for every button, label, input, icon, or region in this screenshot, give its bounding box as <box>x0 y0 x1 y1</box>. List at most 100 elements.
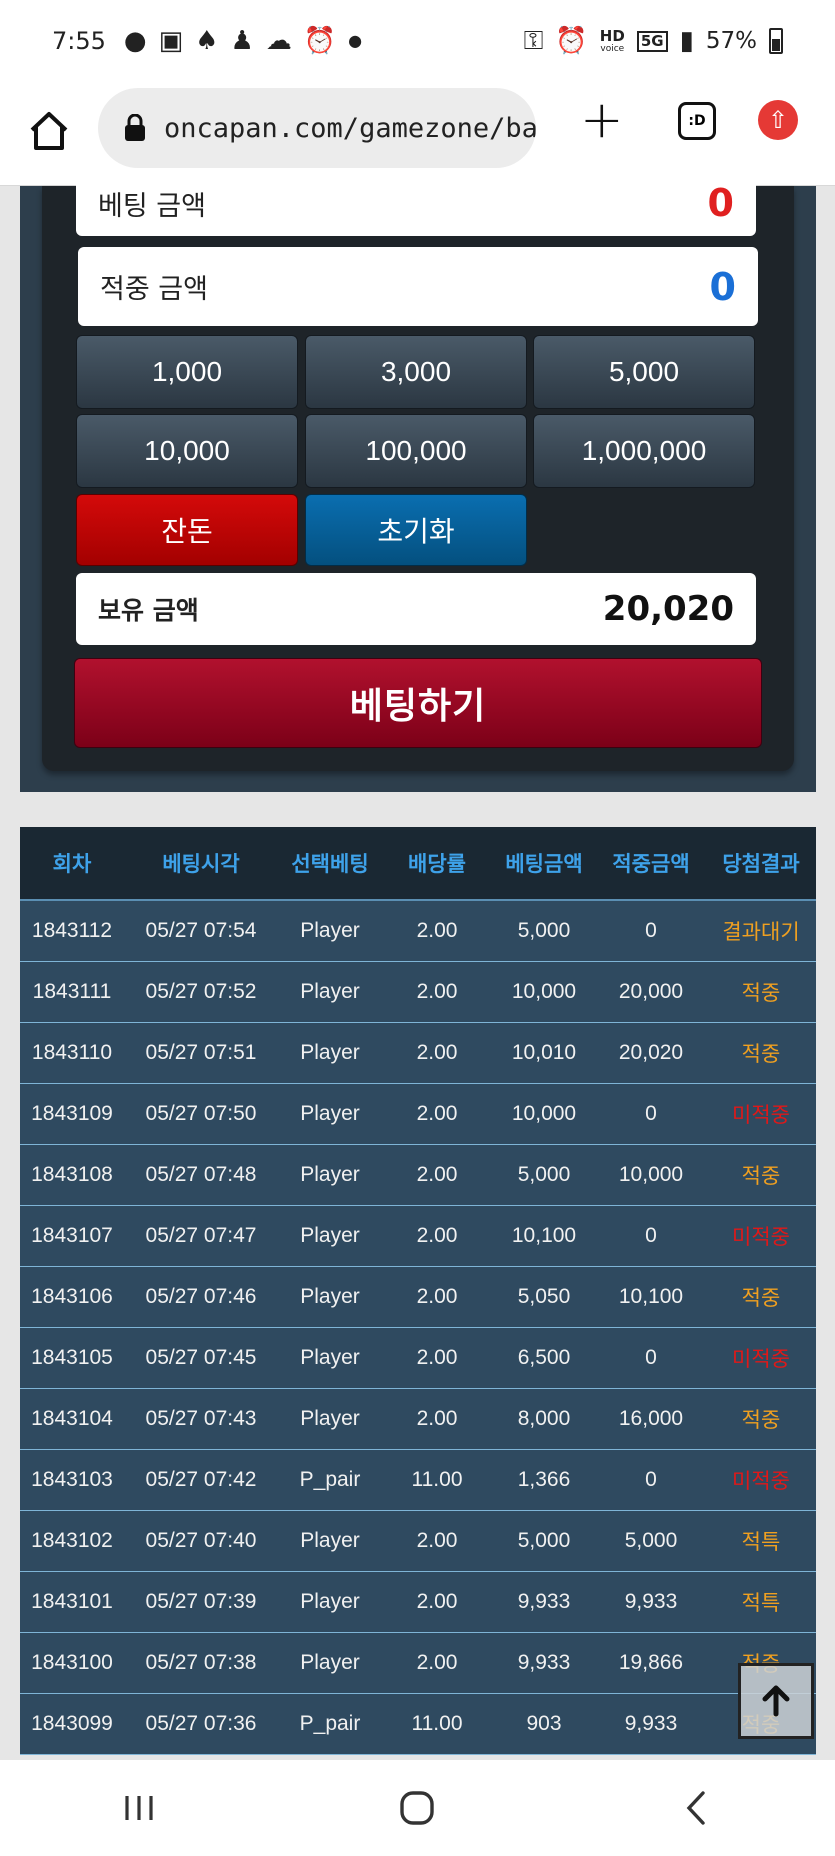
chip-button-1000[interactable]: 1,000 <box>76 335 298 409</box>
cell-bet-time: 05/27 07:51 <box>124 1022 278 1084</box>
cell-bet-time: 05/27 07:54 <box>124 900 278 962</box>
network-type: 5G <box>636 30 668 52</box>
reset-button[interactable]: 초기화 <box>305 494 527 566</box>
status-bar-right: ⚿ ⏰ HD voice 5G ▮ 57% <box>524 28 783 54</box>
cell-win-amount: 0 <box>596 900 706 962</box>
header-bet-amount: 베팅금액 <box>492 827 596 901</box>
chip-button-3000[interactable]: 3,000 <box>305 335 527 409</box>
cell-result: 적중 <box>706 1388 816 1450</box>
cell-bet-time: 05/27 07:38 <box>124 1632 278 1694</box>
tab-switcher-button[interactable]: :D <box>678 102 716 140</box>
cell-result: 적중 <box>706 961 816 1023</box>
cell-round: 1843111 <box>20 961 124 1023</box>
cell-result: 미적중 <box>706 1327 816 1389</box>
balance-value: 20,020 <box>602 589 734 629</box>
cell-bet-amount: 903 <box>492 1693 596 1755</box>
table-row: 184310005/27 07:38Player2.009,93319,866적… <box>20 1632 816 1694</box>
header-selection: 선택베팅 <box>278 827 382 901</box>
table-row: 1843108 05/27 07:48 Player 2.00 5,000 10,000 적… <box>20 1144 816 1206</box>
cell-win-amount: 0 <box>596 1327 706 1389</box>
change-button[interactable]: 잔돈 <box>76 494 298 566</box>
home-icon <box>30 112 68 150</box>
chip-button-10000[interactable]: 10,000 <box>76 414 298 488</box>
cell-win-amount: 9,933 <box>596 1571 706 1633</box>
home-button[interactable] <box>26 108 72 154</box>
cell-bet-time: 05/27 07:47 <box>124 1205 278 1267</box>
win-amount-label: 적중 금액 <box>100 274 208 305</box>
battery-percent: 57% <box>705 28 757 54</box>
cell-odds: 11.00 <box>382 1693 492 1755</box>
recents-button[interactable] <box>109 1778 169 1838</box>
place-bet-button[interactable]: 베팅하기 <box>74 658 762 748</box>
cell-selection: Player <box>278 900 382 962</box>
new-tab-button[interactable]: + <box>580 94 624 146</box>
home-circle-icon <box>400 1791 435 1825</box>
table-header-row: 회차 베팅시각 선택베팅 배당률 베팅금액 적중금액 당첨결과 <box>20 827 816 901</box>
cell-round: 1843100 <box>20 1632 124 1694</box>
cell-odds: 2.00 <box>382 1510 492 1572</box>
cell-round: 1843104 <box>20 1388 124 1450</box>
cell-bet-time: 05/27 07:46 <box>124 1266 278 1328</box>
cell-bet-amount: 10,000 <box>492 1083 596 1145</box>
table-row: 1843110 05/27 07:51 Player 2.00 10,010 20,020… <box>20 1022 816 1084</box>
cell-bet-amount: 5,000 <box>492 1510 596 1572</box>
scroll-top-button[interactable] <box>738 1663 814 1739</box>
status-bar: 7:55 ● ▣ ♠ ♟ ☁ ⏰ ● ⚿ ⏰ HD voice 5G ▮ 57% <box>0 0 835 82</box>
cell-bet-amount: 10,010 <box>492 1022 596 1084</box>
cell-bet-amount: 5,000 <box>492 1144 596 1206</box>
url-bar[interactable]: oncapan.com/gamezone/ba <box>98 88 536 168</box>
cell-bet-amount: 1,366 <box>492 1449 596 1511</box>
cell-result: 결과대기 <box>706 900 816 962</box>
signal-icon: ▮ <box>679 26 694 56</box>
win-amount-value: 0 <box>709 264 736 309</box>
cell-selection: P_pair <box>278 1693 382 1755</box>
table-row: 1843103 05/27 07:42 P_pair 11.00 1,366 0 미적중 <box>20 1449 816 1511</box>
chip-button-5000[interactable]: 5,000 <box>533 335 755 409</box>
cell-bet-time: 05/27 07:36 <box>124 1693 278 1755</box>
history-body: 1843112 05/27 07:54 Player 2.00 5,000 0 결과대기 18… <box>20 900 816 1755</box>
home-nav-button[interactable] <box>387 1778 447 1838</box>
table-row: 1843109 05/27 07:50 Player 2.00 10,000 0 미적중 <box>20 1083 816 1145</box>
battery-icon <box>769 28 783 54</box>
cell-bet-amount: 9,933 <box>492 1571 596 1633</box>
cell-odds: 2.00 <box>382 1144 492 1206</box>
cell-bet-time: 05/27 07:43 <box>124 1388 278 1450</box>
cell-odds: 2.00 <box>382 1327 492 1389</box>
chat-bubble-icon: ● <box>123 26 147 56</box>
chip-button-100000[interactable]: 100,000 <box>305 414 527 488</box>
chip-button-1000000[interactable]: 1,000,000 <box>533 414 755 488</box>
status-bar-left: 7:55 ● ▣ ♠ ♟ ☁ ⏰ ● <box>52 27 362 55</box>
spade-icon: ♠ <box>195 26 219 56</box>
cell-odds: 2.00 <box>382 1388 492 1450</box>
cell-selection: Player <box>278 1083 382 1145</box>
bet-amount-value: 0 <box>707 181 734 225</box>
app-badge-icon: ▣ <box>158 26 184 56</box>
cell-bet-time: 05/27 07:45 <box>124 1327 278 1389</box>
cell-odds: 11.00 <box>382 1449 492 1511</box>
cell-result: 미적중 <box>706 1205 816 1267</box>
cell-result: 적특 <box>706 1571 816 1633</box>
cell-selection: Player <box>278 1205 382 1267</box>
update-button[interactable]: ⇧ <box>758 100 798 140</box>
cell-selection: Player <box>278 1144 382 1206</box>
cell-selection: Player <box>278 1327 382 1389</box>
back-button[interactable] <box>666 1778 726 1838</box>
cell-win-amount: 16,000 <box>596 1388 706 1450</box>
bet-amount-label: 베팅 금액 <box>98 190 206 222</box>
cell-win-amount: 10,000 <box>596 1144 706 1206</box>
cell-selection: Player <box>278 1022 382 1084</box>
cell-round: 1843106 <box>20 1266 124 1328</box>
cell-result: 적특 <box>706 1510 816 1572</box>
key-icon: ⚿ <box>523 26 544 56</box>
system-nav-bar <box>0 1760 835 1856</box>
cell-result: 미적중 <box>706 1083 816 1145</box>
cell-round: 1843110 <box>20 1022 124 1084</box>
cell-win-amount: 0 <box>596 1083 706 1145</box>
table-row: 1843107 05/27 07:47 Player 2.00 10,100 0 미적중 <box>20 1205 816 1267</box>
alarm-icon: ⏰ <box>303 26 337 56</box>
back-icon <box>686 1791 705 1825</box>
cell-bet-time: 05/27 07:40 <box>124 1510 278 1572</box>
header-odds: 배당률 <box>382 827 492 901</box>
header-round: 회차 <box>20 827 124 901</box>
weather-icon: ☁ <box>265 26 292 56</box>
